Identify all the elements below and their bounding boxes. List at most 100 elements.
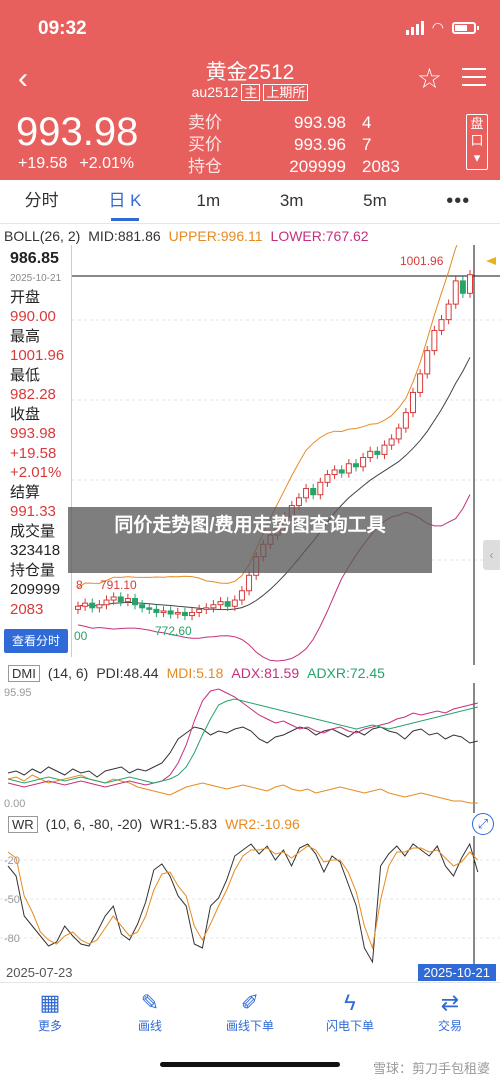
- status-time: 09:32: [38, 18, 87, 39]
- dmi-legend: DMI (14, 6) PDI:48.44 MDI:5.18 ADX:81.59 ADXR…: [0, 662, 500, 684]
- wr-tick: -80: [4, 933, 20, 945]
- price-marker-icon: [486, 257, 496, 265]
- candle-body: [139, 604, 146, 609]
- candle-body: [402, 412, 409, 429]
- quote-row: 买价 993.96 7: [188, 135, 372, 154]
- left-label-00: 00: [74, 629, 88, 643]
- tab-timeshare[interactable]: 分时: [0, 180, 83, 223]
- candle-body: [189, 611, 196, 617]
- settle-label: 结算: [10, 483, 41, 501]
- candle-body: [110, 596, 117, 601]
- volume-value: 323418: [10, 542, 61, 559]
- candle-body: [295, 497, 302, 507]
- bottom-toolbar: ▦ 更多 ✎ 画线 ✐ 画线下单 ϟ 闪电下单 ⇄ 交易: [0, 982, 500, 1040]
- lightning-icon: ϟ: [344, 990, 356, 1015]
- label-791: 791.10: [100, 578, 137, 592]
- candle-body: [167, 610, 174, 615]
- tab-3m[interactable]: 3m: [250, 180, 333, 223]
- candle-body: [203, 607, 210, 610]
- last-price: 993.98: [16, 110, 139, 154]
- candle-body: [217, 601, 224, 606]
- candle-body: [467, 274, 473, 294]
- candle-body: [231, 599, 238, 607]
- grid-icon: ▦: [39, 990, 61, 1015]
- header-bar: 09:32 ◠ ‹ 黄金2512 au2512 主上期所 ☆ 993.98 +19…: [0, 0, 500, 180]
- change-pct: +2.01%: [79, 155, 135, 172]
- instrument-code: au2512: [191, 84, 239, 100]
- wr-tick: -50: [4, 894, 20, 906]
- candle-body: [124, 598, 131, 603]
- boll-legend: BOLL(26, 2) MID:881.86 UPPER:996.11 LOWER:7…: [0, 225, 500, 247]
- boll-mid: MID:881.86: [88, 228, 161, 244]
- favorite-star-icon[interactable]: ☆: [417, 62, 442, 95]
- period-tabs: 分时 日 K 1m 3m 5m •••: [0, 180, 500, 224]
- nav-draw-order[interactable]: ✐ 画线下单: [200, 983, 300, 1040]
- trade-icon: ⇄: [440, 990, 460, 1015]
- dmi-adxr: ADXR:72.45: [307, 665, 385, 681]
- status-icons: ◠: [405, 19, 479, 36]
- boll-upper: UPPER:996.11: [168, 228, 263, 244]
- nav-trade[interactable]: ⇄ 交易: [400, 983, 500, 1040]
- tab-1m[interactable]: 1m: [167, 180, 250, 223]
- candle-body: [424, 350, 431, 375]
- main-tag: 主: [241, 84, 261, 101]
- expand-icon[interactable]: ⤢: [472, 813, 494, 835]
- boll-name[interactable]: BOLL(26, 2): [4, 228, 80, 244]
- price-change: +19.58 +2.01%: [18, 155, 146, 173]
- candle-body: [324, 474, 331, 483]
- wr-wr1: WR1:-5.83: [150, 816, 218, 832]
- high-label: 最高: [10, 327, 41, 345]
- left-label-8: 8: [76, 578, 83, 592]
- tab-daily-k[interactable]: 日 K: [83, 180, 166, 223]
- crosshair-info-panel: 986.85 2025-10-21 开盘 990.00 最高 1001.96 最…: [0, 245, 72, 657]
- candle-body: [452, 280, 459, 305]
- high-value: 1001.96: [10, 347, 65, 364]
- candle-body: [132, 598, 139, 606]
- candle-body: [360, 457, 367, 468]
- candle-body: [445, 303, 452, 321]
- footer-watermark: 雪球：剪刀手包租婆: [372, 1061, 490, 1076]
- candle-body: [103, 599, 110, 606]
- candle-body: [153, 608, 160, 613]
- boll-lower: LOWER:767.62: [270, 228, 369, 244]
- open-label: 开盘: [10, 288, 41, 306]
- candlestick-chart[interactable]: 1001.96 791.10 772.60 8 00: [0, 245, 500, 665]
- dmi-chart[interactable]: 95.95 0.00: [0, 683, 500, 813]
- candle-body: [331, 469, 338, 476]
- wr-chart[interactable]: -20 -50 -80: [0, 836, 500, 964]
- candle-body: [174, 611, 181, 615]
- candle-body: [96, 604, 103, 609]
- candle-body: [409, 391, 416, 414]
- nav-more[interactable]: ▦ 更多: [0, 983, 100, 1040]
- wr-name[interactable]: WR: [8, 816, 38, 833]
- crosshair-price: 986.85: [10, 250, 59, 267]
- x-axis-dates: 2025-07-23 2025-10-21: [0, 964, 500, 982]
- tab-more[interactable]: •••: [417, 180, 500, 223]
- candle-body: [459, 280, 466, 294]
- nav-flash-order[interactable]: ϟ 闪电下单: [300, 983, 400, 1040]
- dmi-name[interactable]: DMI: [8, 665, 40, 682]
- view-timeshare-button[interactable]: 查看分时: [4, 629, 68, 653]
- oi-change: 2083: [10, 600, 44, 618]
- article-title-overlay: 同价走势图/费用走势图查询工具: [68, 507, 432, 573]
- candle-body: [388, 438, 395, 446]
- candle-body: [317, 481, 324, 496]
- candle-body: [381, 444, 388, 455]
- volume-label: 成交量: [10, 522, 56, 540]
- nav-draw-line[interactable]: ✎ 画线: [100, 983, 200, 1040]
- tab-5m[interactable]: 5m: [333, 180, 416, 223]
- menu-icon[interactable]: [462, 68, 486, 92]
- candle-body: [75, 605, 81, 610]
- wr-wr2: WR2:-10.96: [225, 816, 300, 832]
- crosshair-date: 2025-10-21: [10, 272, 62, 284]
- order-book-button[interactable]: 盘口 ▾: [466, 114, 488, 170]
- high-mark-label: 1001.96: [400, 254, 444, 268]
- candle-body: [224, 601, 231, 607]
- exchange-tag: 上期所: [263, 84, 309, 101]
- quotes-panel: 卖价 993.98 4 买价 993.96 7 持仓 209999 2083: [188, 112, 406, 178]
- side-drawer-handle[interactable]: ‹: [483, 540, 500, 570]
- candle-body: [303, 488, 310, 499]
- change-value: +19.58: [10, 444, 57, 462]
- dmi-pdi: PDI:48.44: [96, 665, 159, 681]
- home-indicator: [160, 1062, 340, 1067]
